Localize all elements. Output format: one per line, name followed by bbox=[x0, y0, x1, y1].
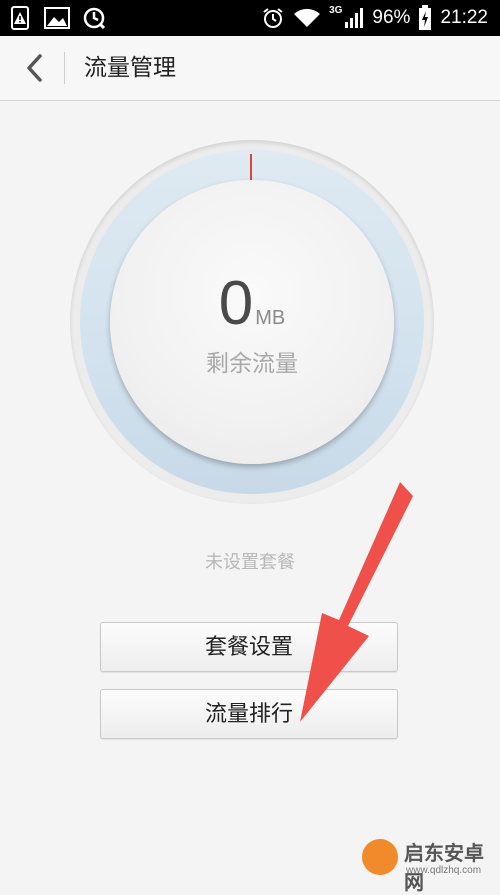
battery-charging-icon bbox=[418, 5, 432, 31]
network-type-label: 3G bbox=[329, 4, 343, 16]
watermark: 启东安卓网 www.qdlzhq.com bbox=[362, 837, 492, 894]
plan-settings-button[interactable]: 套餐设置 bbox=[100, 622, 398, 672]
watermark-url: www.qdlzhq.com bbox=[406, 865, 482, 876]
notification-icons bbox=[10, 5, 106, 31]
app-header: 流量管理 bbox=[0, 36, 500, 101]
remaining-data-label: 剩余流量 bbox=[206, 351, 298, 377]
image-icon bbox=[44, 7, 70, 29]
chevron-left-icon bbox=[24, 53, 44, 83]
watermark-logo-icon bbox=[362, 839, 398, 875]
sync-icon bbox=[82, 6, 106, 30]
page-title: 流量管理 bbox=[84, 55, 176, 81]
remaining-data-value: 0 bbox=[218, 269, 254, 338]
data-usage-gauge: 0 MB 剩余流量 bbox=[70, 140, 434, 504]
wifi-icon bbox=[293, 7, 321, 29]
remaining-data-unit: MB bbox=[255, 307, 286, 329]
status-bar: 3G 96% 21:22 bbox=[0, 0, 500, 36]
battery-percent: 96% bbox=[372, 7, 411, 28]
warning-sim-icon bbox=[10, 6, 32, 30]
clock: 21:22 bbox=[440, 7, 488, 28]
header-divider bbox=[64, 52, 65, 84]
back-button[interactable] bbox=[14, 46, 54, 90]
signal-icon bbox=[344, 7, 364, 29]
alarm-icon bbox=[261, 6, 285, 30]
system-icons: 3G 96% 21:22 bbox=[261, 0, 488, 36]
plan-status-text: 未设置套餐 bbox=[205, 552, 295, 573]
gauge-value: 0 MB bbox=[70, 268, 434, 339]
traffic-ranking-button[interactable]: 流量排行 bbox=[100, 689, 398, 739]
